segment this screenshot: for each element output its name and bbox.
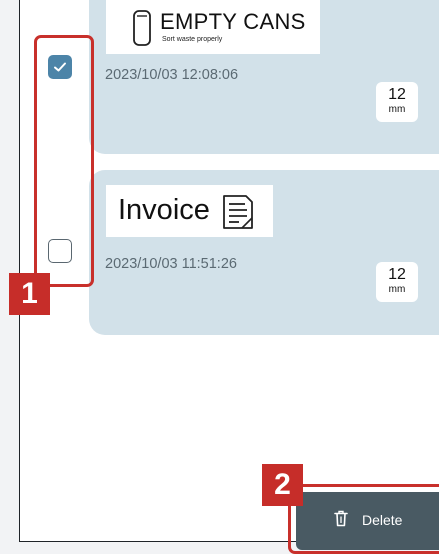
history-item-card[interactable]: Invoice 2023/10/03 11:51:26 12 mm bbox=[89, 170, 439, 335]
print-timestamp: 2023/10/03 12:08:06 bbox=[105, 67, 239, 83]
document-icon bbox=[223, 195, 253, 229]
tape-size-badge: 12 mm bbox=[376, 262, 418, 302]
label-preview: EMPTY CANS Sort waste properly bbox=[106, 0, 320, 54]
history-item-card[interactable]: EMPTY CANS Sort waste properly 2023/10/0… bbox=[89, 0, 439, 154]
callout-badge-2: 2 bbox=[262, 464, 303, 506]
tape-size-value: 12 bbox=[388, 266, 406, 283]
tape-size-unit: mm bbox=[388, 104, 406, 115]
print-timestamp: 2023/10/03 11:51:26 bbox=[105, 256, 237, 272]
callout-highlight-checkboxes bbox=[34, 35, 94, 287]
label-subtitle: Sort waste properly bbox=[162, 36, 223, 43]
tape-size-value: 12 bbox=[388, 86, 406, 103]
label-preview: Invoice bbox=[106, 185, 273, 237]
label-title: Invoice bbox=[118, 194, 210, 226]
can-icon bbox=[133, 10, 151, 46]
tape-size-badge: 12 mm bbox=[376, 82, 418, 122]
callout-badge-1: 1 bbox=[9, 273, 50, 315]
tape-size-unit: mm bbox=[388, 284, 406, 295]
label-title: EMPTY CANS bbox=[160, 9, 306, 34]
